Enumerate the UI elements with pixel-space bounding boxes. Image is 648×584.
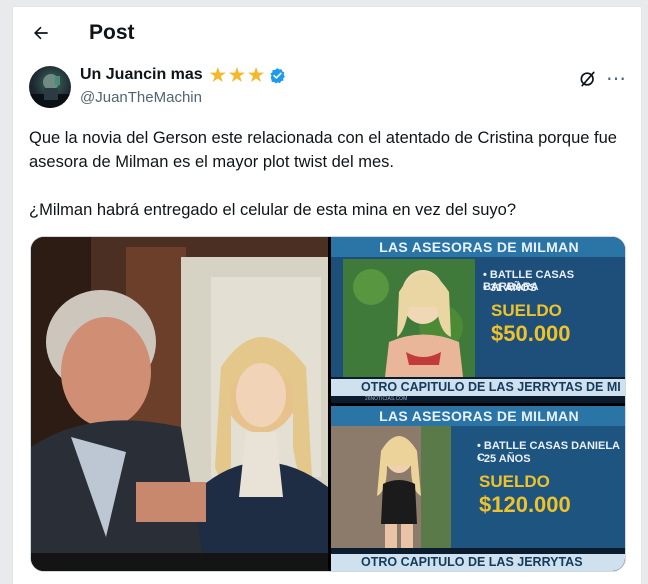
star-icon: ★: [209, 65, 226, 85]
media-image-3[interactable]: LAS ASESORAS DE MILMAN • BATLLE CASAS DA…: [331, 406, 625, 571]
salary-label: SUELDO: [491, 301, 562, 320]
tv-ticker: OTRO CAPITULO DE LAS JERRYTAS DE MI: [331, 379, 625, 396]
tv-banner: LAS ASESORAS DE MILMAN: [331, 237, 625, 257]
avatar[interactable]: [29, 66, 71, 108]
page-title: Post: [89, 21, 135, 44]
author-name-row[interactable]: Un Juancin mas ★ ★ ★: [80, 66, 286, 84]
media-image-2[interactable]: LAS ASESORAS DE MILMAN • BATLLE CASAS BA…: [331, 237, 625, 403]
verified-icon: [270, 67, 285, 84]
media-image-1[interactable]: [31, 237, 328, 571]
post-text: Que la novia del Gerson este relacionada…: [29, 126, 629, 222]
back-arrow-icon[interactable]: [31, 23, 51, 43]
author-name[interactable]: Un Juancin mas: [80, 66, 203, 84]
badge-group: ★ ★ ★: [210, 66, 264, 84]
post-paragraph: Que la novia del Gerson este relacionada…: [29, 129, 617, 171]
watermark: 26NOTICIAS.COM: [365, 396, 408, 402]
tv-age-line: • 31 AÑOS: [483, 282, 537, 294]
salary-amount: $50.000: [491, 321, 571, 346]
author-handle[interactable]: @JuanTheMachin: [80, 89, 202, 106]
star-icon: ★: [247, 65, 265, 85]
photo-man-and-woman: [31, 237, 328, 571]
media-grid: LAS ASESORAS DE MILMAN • BATLLE CASAS BA…: [30, 236, 626, 572]
salary-label: SUELDO: [479, 472, 550, 491]
star-icon: ★: [228, 65, 245, 85]
post-paragraph: ¿Milman habrá entregado el celular de es…: [29, 201, 517, 219]
salary-amount: $120.000: [479, 492, 571, 517]
tv-banner: LAS ASESORAS DE MILMAN: [331, 406, 625, 426]
tv-ticker: OTRO CAPITULO DE LAS JERRYTAS: [331, 554, 625, 571]
grok-icon[interactable]: [578, 69, 598, 89]
more-options-icon[interactable]: ⋯: [606, 66, 627, 91]
post-card: Post Un Juancin mas ★ ★ ★ @JuanTheMachin…: [12, 6, 642, 584]
avatar-image: [29, 74, 71, 108]
post-header: Post: [13, 7, 641, 59]
tv-age-line: • 25 AÑOS: [477, 453, 531, 465]
